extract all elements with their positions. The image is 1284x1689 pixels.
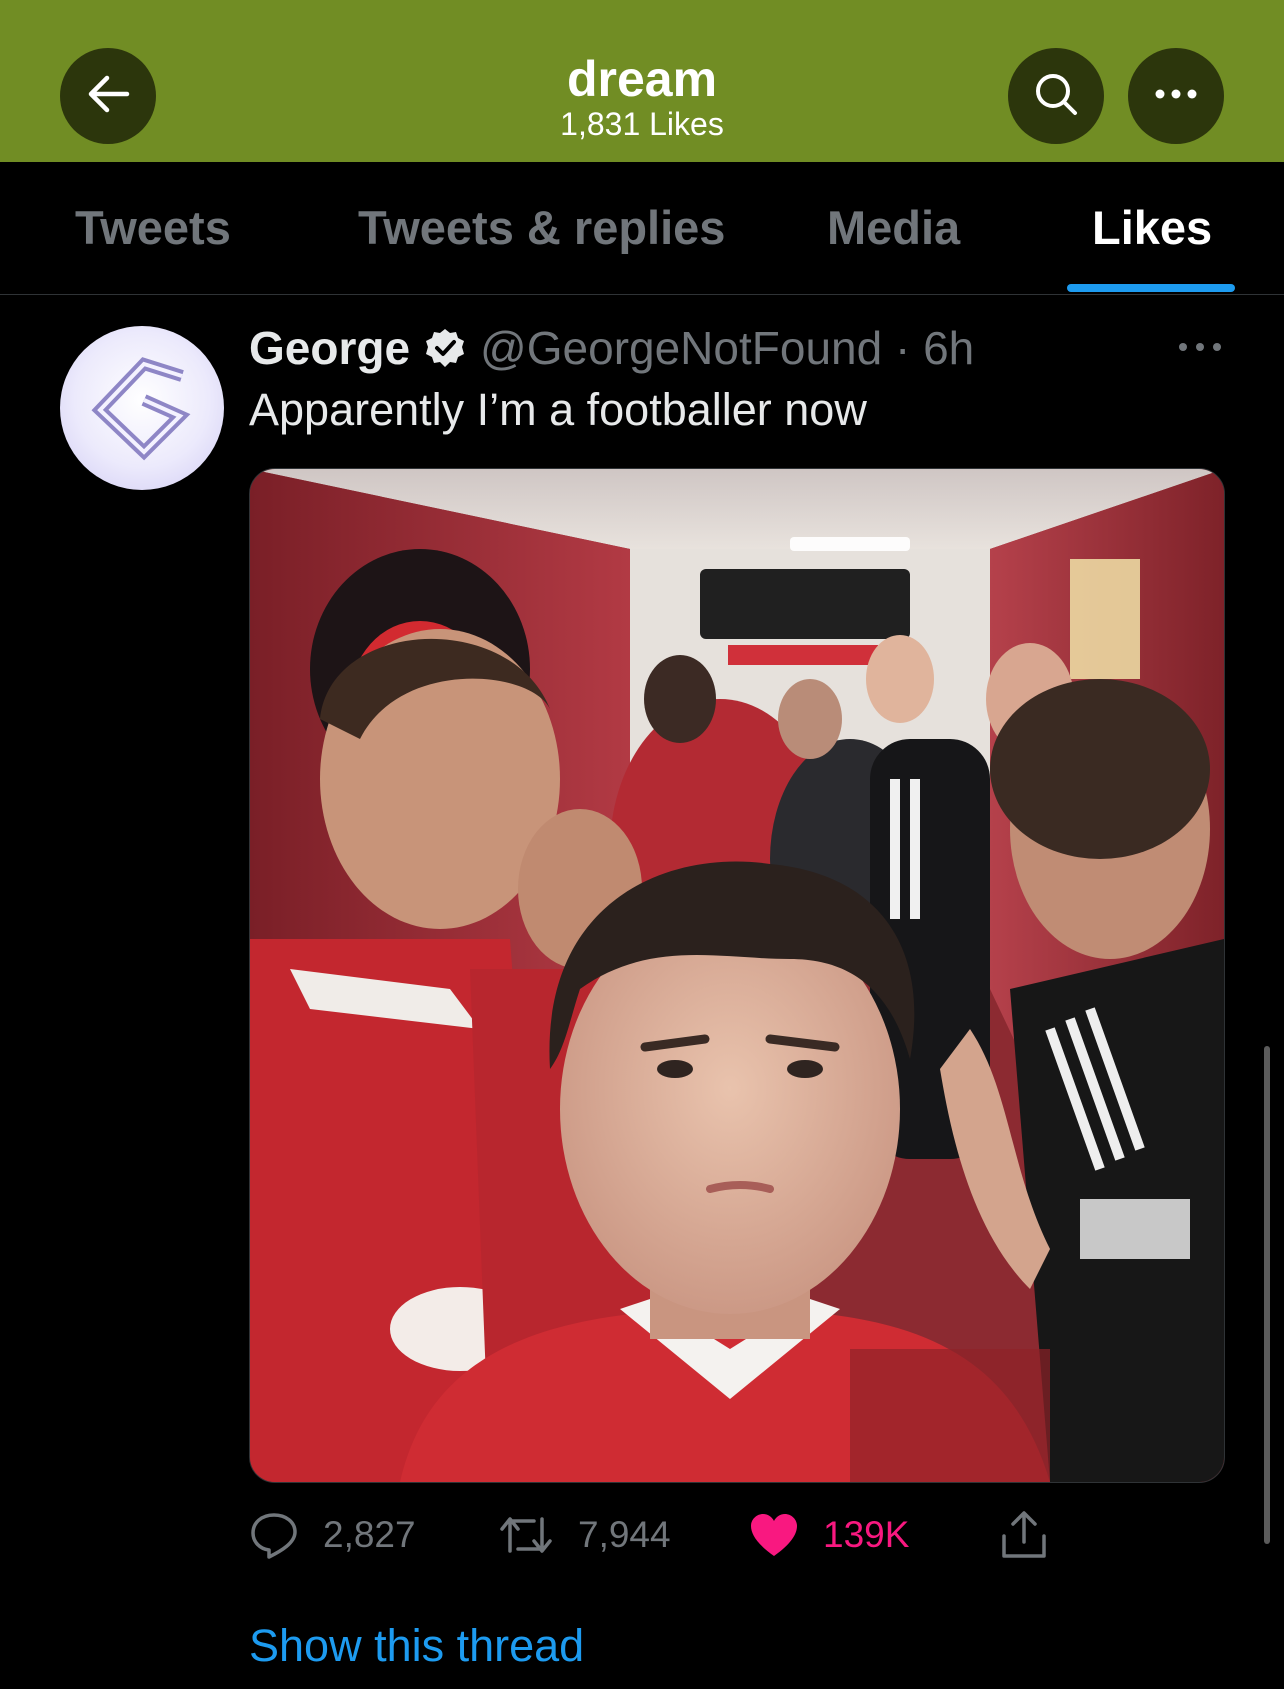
profile-header: dream 1,831 Likes	[0, 0, 1284, 162]
share-icon	[999, 1510, 1049, 1560]
tab-likes[interactable]: Likes	[1092, 200, 1212, 255]
tweet-text: Apparently I’m a footballer now	[249, 384, 867, 435]
like-button[interactable]: 139K	[749, 1505, 909, 1565]
search-button[interactable]	[1008, 48, 1104, 144]
george-logo-icon	[91, 357, 191, 461]
more-button[interactable]	[1128, 48, 1224, 144]
show-thread-link[interactable]: Show this thread	[249, 1620, 584, 1672]
more-horizontal-icon	[1178, 339, 1222, 357]
heart-filled-icon	[749, 1512, 799, 1558]
search-icon	[1032, 70, 1080, 123]
tab-media[interactable]: Media	[827, 200, 960, 255]
reply-count: 2,827	[323, 1514, 416, 1555]
profile-tabs: Tweets Tweets & replies Media Likes	[0, 162, 1284, 295]
retweet-icon	[498, 1513, 554, 1557]
verified-badge-icon	[424, 327, 466, 369]
more-horizontal-icon	[1154, 87, 1198, 105]
selfie-photo	[250, 469, 1224, 1482]
tweet-media-image[interactable]	[249, 468, 1225, 1483]
share-button[interactable]	[999, 1505, 1073, 1565]
author-name[interactable]: George	[249, 321, 410, 375]
tweet-more-button[interactable]	[1172, 322, 1228, 374]
like-count: 139K	[823, 1514, 910, 1555]
tab-tweets-replies[interactable]: Tweets & replies	[358, 200, 725, 255]
avatar[interactable]	[60, 326, 224, 490]
retweet-button[interactable]: 7,944	[498, 1505, 671, 1565]
reply-button[interactable]: 2,827	[249, 1505, 416, 1565]
tab-tweets[interactable]: Tweets	[75, 200, 231, 255]
active-tab-indicator	[1067, 284, 1235, 292]
tweet-header: George @GeorgeNotFound · 6h	[249, 318, 974, 378]
author-handle-time[interactable]: @GeorgeNotFound · 6h	[480, 321, 974, 375]
tweet-actions: 2,827 7,944 139K	[249, 1505, 1149, 1565]
scrollbar[interactable]	[1264, 1046, 1270, 1544]
reply-icon	[249, 1511, 299, 1559]
retweet-count: 7,944	[578, 1514, 671, 1555]
